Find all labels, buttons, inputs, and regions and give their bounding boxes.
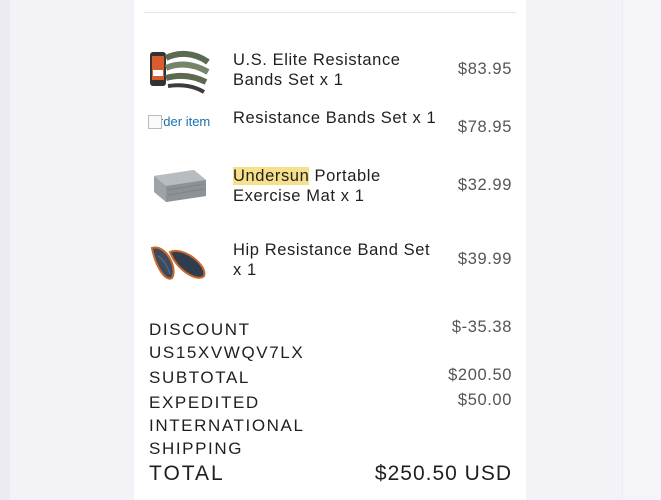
item-name: Undersun Portable Exercise Mat x 1 bbox=[233, 166, 443, 206]
broken-image-icon: order item bbox=[148, 114, 214, 148]
subtotal-label: SUBTOTAL bbox=[149, 368, 250, 387]
left-margin bbox=[0, 0, 10, 500]
item-price: $32.99 bbox=[457, 176, 512, 194]
resistance-bands-product-image bbox=[150, 50, 210, 94]
subtotal-value: $200.50 bbox=[448, 366, 512, 384]
search-highlight: Undersun bbox=[233, 167, 310, 185]
order-summary-card: U.S. Elite Resistance Bands Set x 1 $83.… bbox=[134, 0, 526, 500]
hip-bands-image bbox=[150, 246, 206, 280]
discount-label: DISCOUNT US15XVWQV7LX bbox=[149, 320, 305, 362]
item-name: Hip Resistance Band Set x 1 bbox=[233, 241, 431, 279]
shipping-value: $50.00 bbox=[457, 391, 512, 409]
exercise-mat-image bbox=[154, 170, 206, 202]
item-price: $39.99 bbox=[457, 250, 512, 268]
total-label: TOTAL bbox=[149, 462, 225, 485]
divider bbox=[144, 12, 516, 13]
total-value: $250.50 USD bbox=[374, 462, 512, 485]
discount-value: $-35.38 bbox=[451, 318, 512, 336]
broken-image-glyph bbox=[148, 115, 162, 129]
item-price: $78.95 bbox=[457, 118, 512, 136]
right-margin bbox=[622, 0, 661, 500]
item-price: $83.95 bbox=[457, 60, 512, 78]
item-name: Resistance Bands Set x 1 bbox=[233, 109, 437, 127]
item-name: U.S. Elite Resistance Bands Set x 1 bbox=[233, 51, 401, 89]
shipping-label: EXPEDITED INTERNATIONAL SHIPPING bbox=[149, 393, 304, 458]
